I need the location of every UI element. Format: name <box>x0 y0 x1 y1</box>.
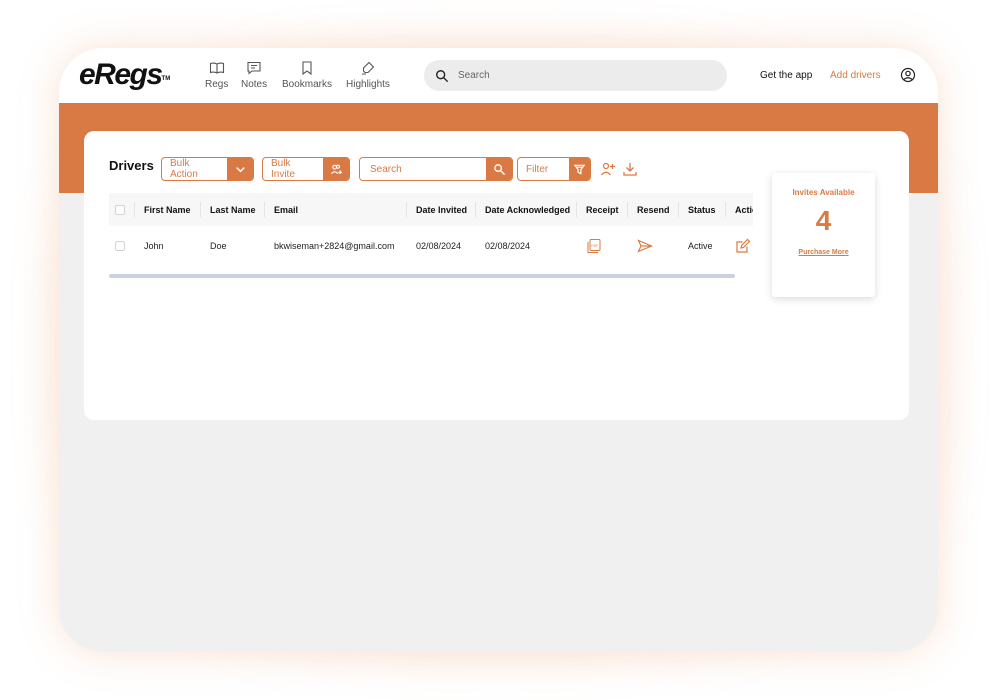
invites-count: 4 <box>815 205 832 236</box>
invites-available-label: Invites Available <box>792 188 855 197</box>
filter-label: Filter <box>526 163 549 175</box>
edit-icon[interactable] <box>735 238 751 254</box>
col-email[interactable]: Email <box>264 193 406 226</box>
cell-status: Active <box>688 241 713 251</box>
col-date-acknowledged[interactable]: Date Acknowledged <box>475 193 576 226</box>
cell-email: bkwiseman+2824@gmail.com <box>274 241 395 251</box>
nav-notes-label: Notes <box>241 79 268 90</box>
col-last-name[interactable]: Last Name <box>200 193 264 226</box>
filter-button[interactable]: Filter <box>517 157 591 181</box>
cell-resend <box>627 226 678 266</box>
global-search[interactable] <box>424 60 727 91</box>
select-all-checkbox[interactable] <box>115 204 125 215</box>
add-drivers-link[interactable]: Add drivers <box>830 70 881 81</box>
bulk-invite-icon-box <box>323 158 349 180</box>
invites-available-panel: Invites Available 4 Purchase More <box>772 173 875 297</box>
note-icon <box>247 61 261 75</box>
nav-notes[interactable]: Notes <box>241 60 267 90</box>
cell-last-name: Doe <box>210 241 227 251</box>
chevron-down-icon <box>235 166 245 172</box>
nav-regs-label: Regs <box>205 79 229 90</box>
nav-bookmarks-label: Bookmarks <box>282 79 333 90</box>
drivers-search[interactable] <box>359 157 513 181</box>
col-actions[interactable]: Actio <box>725 193 753 226</box>
table-header: First Name Last Name Email Date Invited … <box>109 193 753 226</box>
eregs-logo[interactable]: eRegsTM <box>79 60 170 90</box>
bulk-action-toggle[interactable] <box>227 158 253 180</box>
cell-date-invited: 02/08/2024 <box>416 241 462 251</box>
search-icon <box>436 69 449 82</box>
col-resend[interactable]: Resend <box>627 193 678 226</box>
col-receipt[interactable]: Receipt <box>576 193 627 226</box>
filter-icon-box <box>569 158 590 180</box>
bulk-invite-label: Bulk Invite <box>271 158 295 180</box>
bulk-action-dropdown[interactable]: Bulk Action <box>161 157 254 181</box>
table-horizontal-scrollbar[interactable] <box>109 274 735 278</box>
row-select-cell <box>109 226 134 266</box>
col-date-invited[interactable]: Date Invited <box>406 193 475 226</box>
row-checkbox[interactable] <box>115 241 125 251</box>
drivers-search-input[interactable] <box>360 158 486 180</box>
drivers-table: First Name Last Name Email Date Invited … <box>109 193 753 266</box>
select-all-cell <box>109 193 134 226</box>
svg-text:PDF: PDF <box>591 244 598 248</box>
top-navigation: eRegsTM Regs Notes Bookmarks Highlights … <box>59 48 938 103</box>
filter-icon <box>573 164 586 175</box>
cell-first-name: John <box>144 241 164 251</box>
global-search-input[interactable] <box>458 70 698 81</box>
drivers-title: Drivers <box>109 158 154 173</box>
search-icon <box>493 163 505 175</box>
cell-actions <box>725 226 753 266</box>
drivers-search-button[interactable] <box>486 158 512 180</box>
nav-bookmarks[interactable]: Bookmarks <box>282 60 332 90</box>
highlighter-icon <box>361 61 375 75</box>
col-first-name[interactable]: First Name <box>134 193 200 226</box>
account-circle-icon[interactable] <box>900 67 916 83</box>
purchase-more-link[interactable]: Purchase More <box>798 249 848 256</box>
table-row[interactable]: John Doe bkwiseman+2824@gmail.com 02/08/… <box>109 226 753 266</box>
nav-highlights-label: Highlights <box>346 79 390 90</box>
send-icon[interactable] <box>637 238 653 254</box>
get-the-app-link[interactable]: Get the app <box>760 70 812 81</box>
bookmark-icon <box>302 61 312 76</box>
download-icon[interactable] <box>622 161 638 177</box>
add-user-icon[interactable] <box>600 161 616 177</box>
book-icon <box>209 62 224 74</box>
bulk-invite-button[interactable]: Bulk Invite <box>262 157 350 181</box>
cell-date-acknowledged: 02/08/2024 <box>485 241 531 251</box>
bulk-action-label: Bulk Action <box>170 158 198 180</box>
cell-receipt: PDF <box>576 226 627 266</box>
add-users-icon <box>330 164 342 174</box>
col-status[interactable]: Status <box>678 193 725 226</box>
app-window: eRegsTM Regs Notes Bookmarks Highlights … <box>59 48 938 652</box>
nav-regs[interactable]: Regs <box>205 60 228 90</box>
nav-highlights[interactable]: Highlights <box>346 60 390 90</box>
pdf-icon[interactable]: PDF <box>586 238 602 254</box>
